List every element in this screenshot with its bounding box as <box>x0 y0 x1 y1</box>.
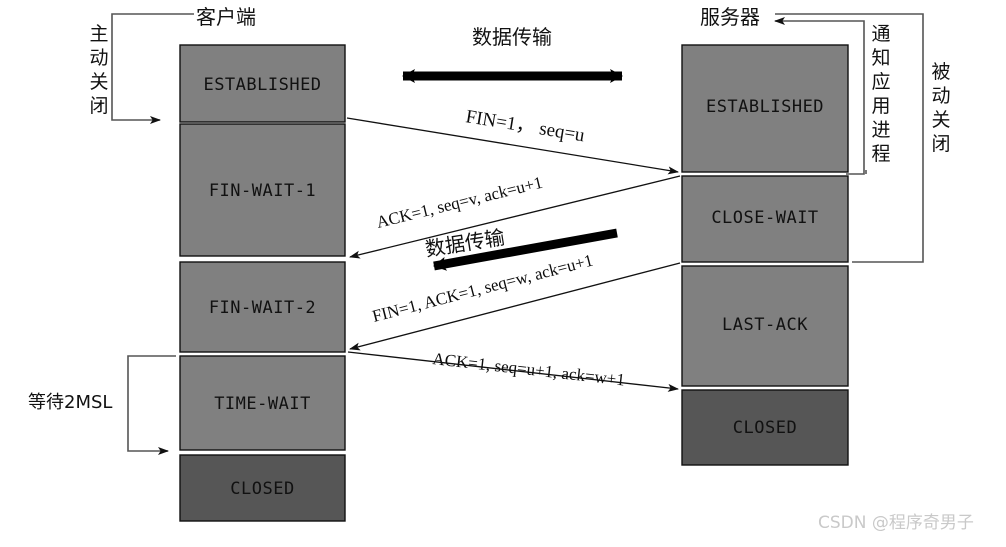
client-state-closed-label: CLOSED <box>230 479 294 499</box>
notify-app-label-char-0: 通 <box>871 23 890 45</box>
server-state-last-ack: LAST-ACK <box>681 265 849 387</box>
server-state-column: ESTABLISHED CLOSE-WAIT LAST-ACK CLOSED <box>681 44 849 466</box>
client-state-column: ESTABLISHED FIN-WAIT-1 FIN-WAIT-2 TIME-W… <box>179 44 346 522</box>
wait-2msl-label: 等待2MSL <box>28 392 112 413</box>
server-state-close-wait: CLOSE-WAIT <box>681 175 849 263</box>
server-state-closed: CLOSED <box>681 389 849 466</box>
data-transfer-top-label: 数据传输 <box>472 25 552 49</box>
message-ack-1-label: ACK=1, seq=v, ack=u+1 <box>374 173 544 232</box>
client-state-closed: CLOSED <box>179 454 346 522</box>
active-close-bracket: 主 动 关 闭 <box>89 13 194 124</box>
server-state-closed-label: CLOSED <box>733 418 797 438</box>
message-fin-1: FIN=1， seq=u <box>346 106 679 175</box>
notify-app-label-char-1: 知 <box>871 47 890 69</box>
passive-close-label-char-2: 关 <box>931 109 950 131</box>
notify-app-label-char-2: 应 <box>871 71 890 93</box>
client-state-fin-wait-1-label: FIN-WAIT-1 <box>209 181 316 201</box>
active-close-label-char-1: 动 <box>89 47 108 69</box>
server-state-established: ESTABLISHED <box>681 44 849 173</box>
notify-app-label-char-4: 进 <box>871 119 890 141</box>
active-close-label-char-3: 闭 <box>89 95 108 117</box>
diagram-canvas: ESTABLISHED FIN-WAIT-1 FIN-WAIT-2 TIME-W… <box>28 5 974 533</box>
wait-2msl-bracket: 等待2MSL <box>28 355 176 455</box>
server-state-close-wait-label: CLOSE-WAIT <box>711 208 818 228</box>
client-state-fin-wait-1: FIN-WAIT-1 <box>179 123 346 257</box>
server-title-label: 服务器 <box>700 5 760 29</box>
notify-app-label-char-3: 用 <box>871 95 890 117</box>
notify-app-label-char-5: 程 <box>871 143 890 165</box>
tcp-four-way-handshake-diagram: ESTABLISHED FIN-WAIT-1 FIN-WAIT-2 TIME-W… <box>0 0 1006 547</box>
client-state-time-wait: TIME-WAIT <box>179 355 346 451</box>
csdn-watermark: CSDN @程序奇男子 <box>818 513 974 533</box>
client-state-established-label: ESTABLISHED <box>203 75 321 95</box>
message-fin-2: FIN=1, ACK=1, seq=w, ack=u+1 <box>349 251 681 351</box>
active-close-label-char-0: 主 <box>89 23 108 45</box>
passive-close-label-char-3: 闭 <box>931 133 950 155</box>
client-state-fin-wait-2: FIN-WAIT-2 <box>179 261 346 353</box>
client-state-established: ESTABLISHED <box>179 44 346 123</box>
message-ack-2: ACK=1, seq=u+1, ack=w+1 <box>347 349 679 392</box>
message-ack-1: ACK=1, seq=v, ack=u+1 <box>349 173 681 259</box>
message-ack-2-label: ACK=1, seq=u+1, ack=w+1 <box>432 349 626 389</box>
passive-close-label-char-0: 被 <box>931 61 950 83</box>
server-state-last-ack-label: LAST-ACK <box>722 315 808 335</box>
client-state-fin-wait-2-label: FIN-WAIT-2 <box>209 298 316 318</box>
active-close-label-char-2: 关 <box>89 71 108 93</box>
passive-close-label-char-1: 动 <box>931 85 950 107</box>
data-transfer-top-group: 数据传输 <box>402 25 623 83</box>
client-state-time-wait-label: TIME-WAIT <box>214 394 311 414</box>
server-state-established-label: ESTABLISHED <box>706 97 824 117</box>
client-title-label: 客户端 <box>196 5 256 29</box>
